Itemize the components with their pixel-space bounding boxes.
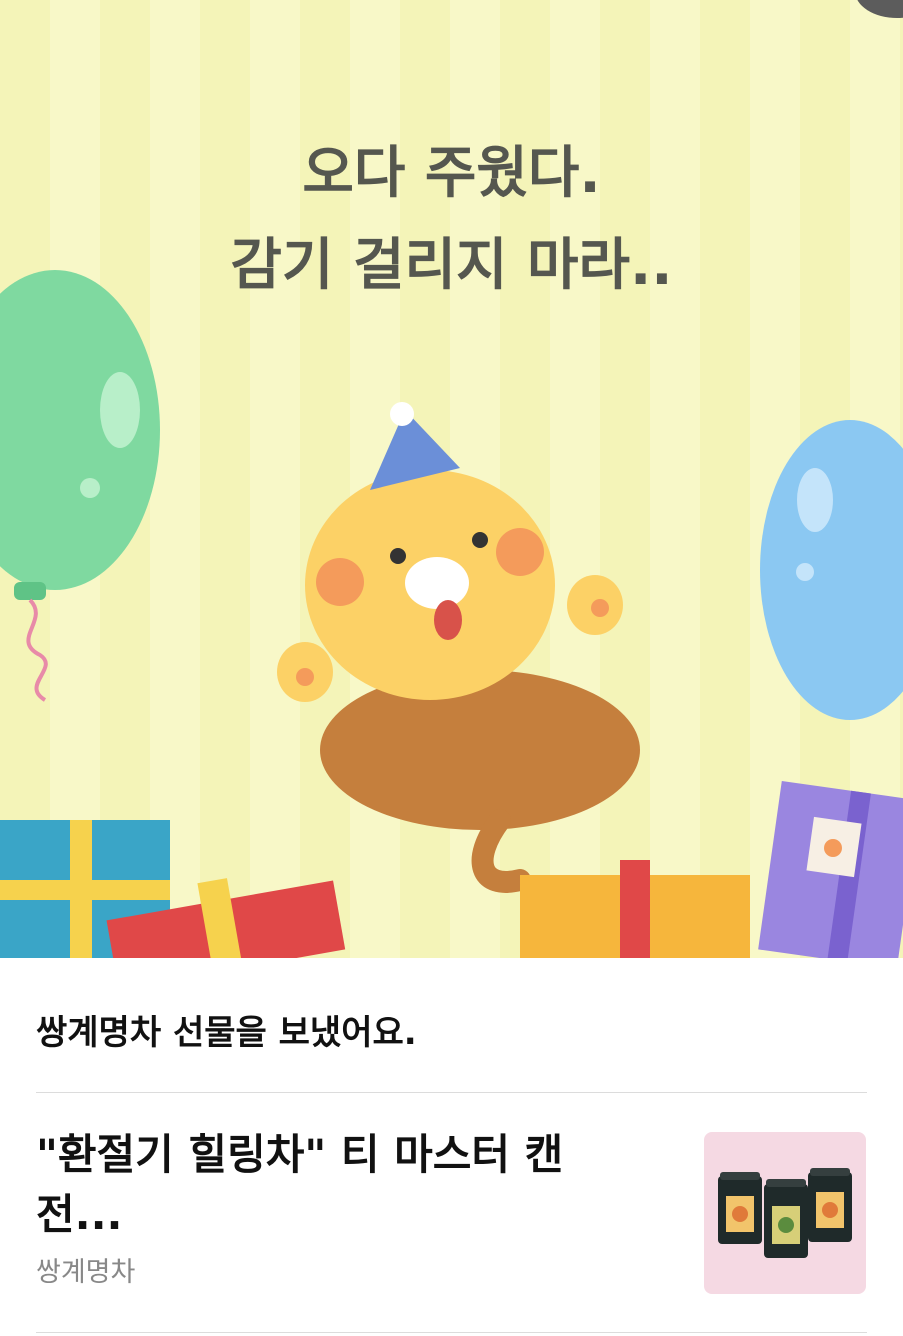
- green-balloon-icon: [0, 270, 160, 702]
- tea-cans-image[interactable]: [704, 1132, 866, 1294]
- product-brand: 쌍계명차: [36, 1257, 136, 1288]
- card-headline: 오다 주웠다. 감기 걸리지 마라..: [0, 128, 903, 312]
- gift-sent-message: 쌍계명차 선물을 보냈어요.: [36, 1013, 417, 1053]
- headline-line-1: 오다 주웠다.: [302, 141, 601, 206]
- tea-cans-icon: [718, 1168, 852, 1258]
- headline-line-2: 감기 걸리지 마라..: [230, 233, 673, 298]
- divider: [36, 1092, 867, 1093]
- blue-balloon-icon: [760, 420, 903, 720]
- product-title[interactable]: "환절기 힐링차" 티 마스터 캔 전...: [36, 1125, 636, 1245]
- greeting-card-image: 오다 주웠다. 감기 걸리지 마라..: [0, 0, 903, 958]
- character-illustration: [277, 402, 640, 893]
- divider-bottom: [36, 1332, 867, 1333]
